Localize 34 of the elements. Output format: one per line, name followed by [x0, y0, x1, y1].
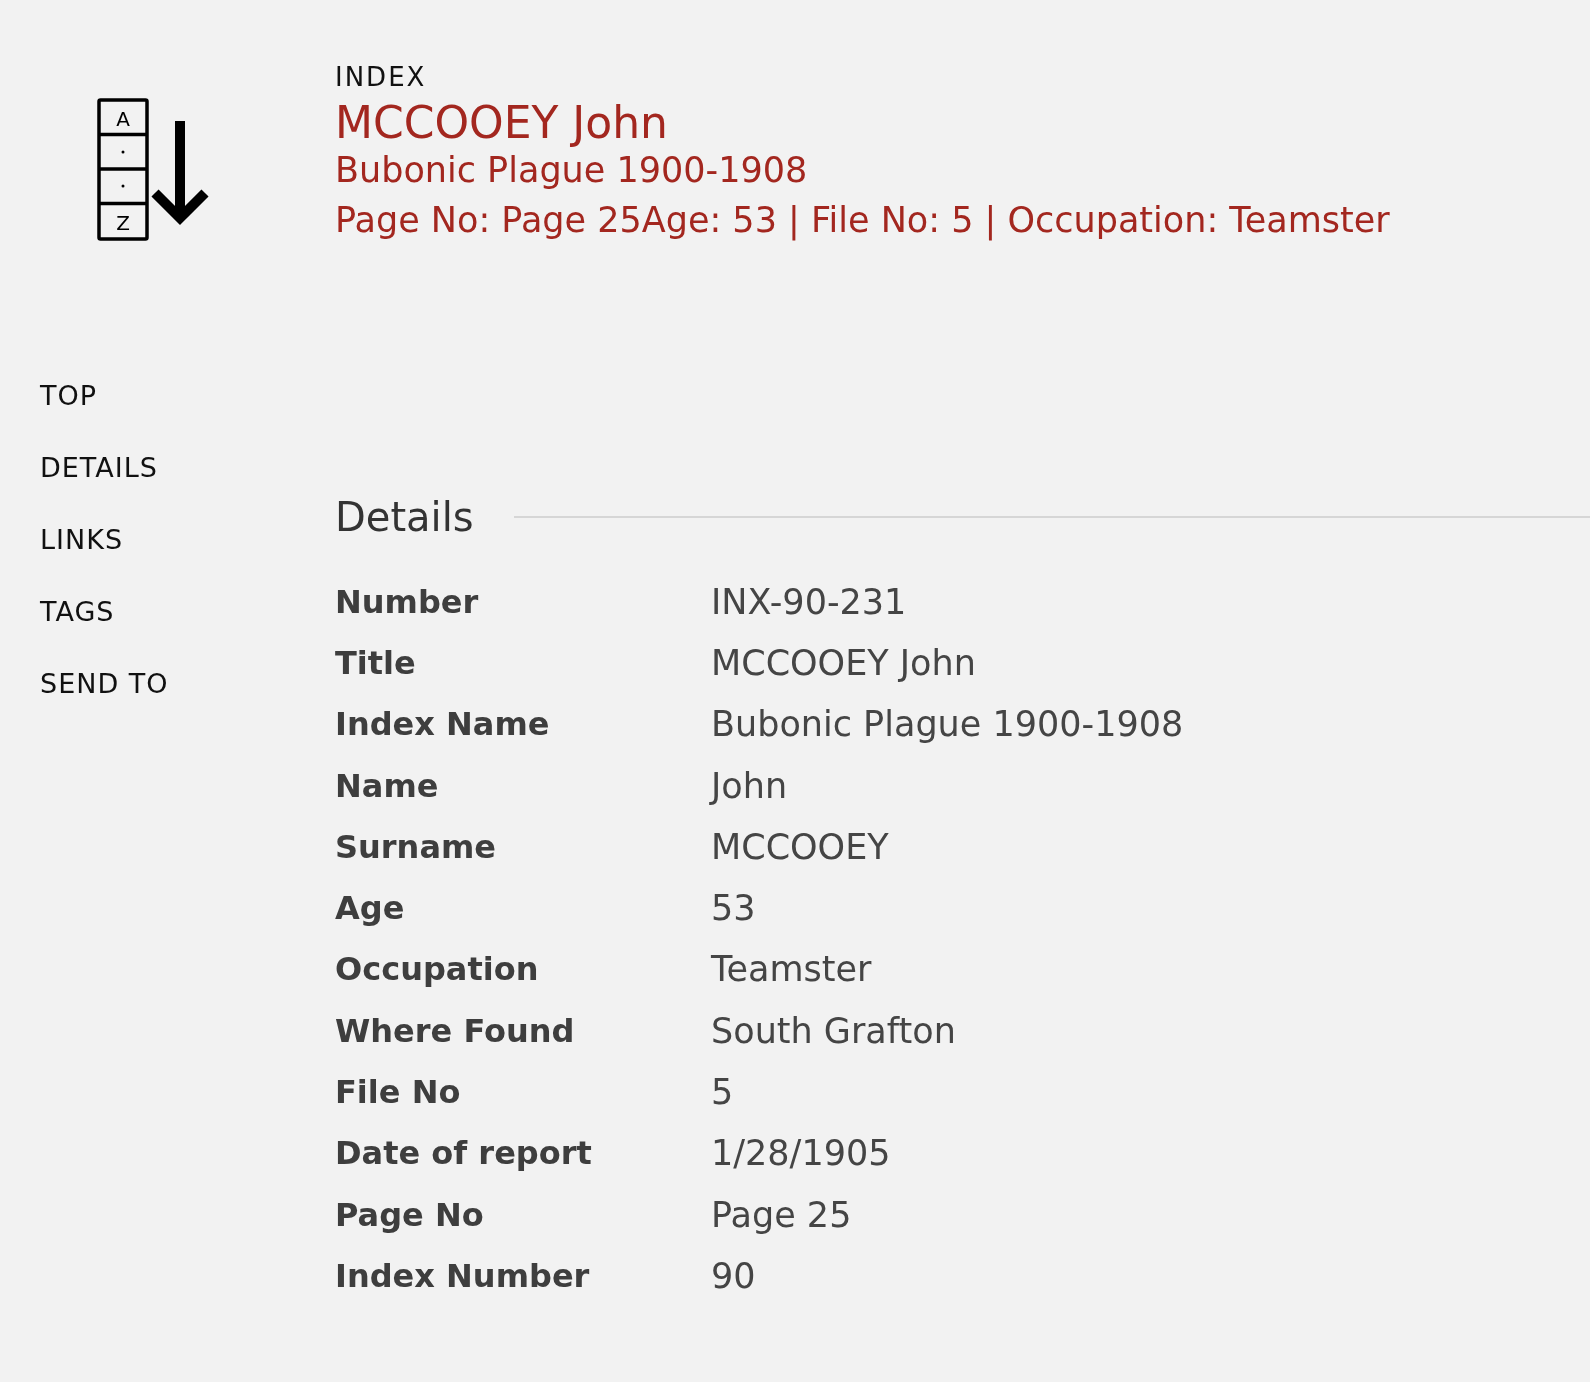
- field-label: Title: [335, 643, 416, 682]
- field-value: 1/28/1905: [711, 1133, 891, 1174]
- field-value: Page 25: [711, 1194, 852, 1235]
- field-value: 5: [711, 1072, 734, 1112]
- field-value: 53: [711, 888, 756, 929]
- field-value: Bubonic Plague 1900-1908: [711, 704, 1184, 745]
- record-summary: Page No: Page 25Age: 53 | File No: 5 | Occupation: Teamster: [335, 199, 1390, 243]
- field-label: Occupation: [335, 950, 539, 989]
- field-value: 90: [711, 1255, 756, 1296]
- record-title: MCCOOEY John: [335, 100, 668, 146]
- nav-link[interactable]: TOP: [40, 378, 98, 414]
- field-value: John: [711, 765, 788, 806]
- section-label: INDEX: [335, 62, 427, 92]
- nav-link[interactable]: TAGS: [40, 594, 115, 630]
- field-value: Teamster: [711, 949, 872, 990]
- field-label: Number: [335, 582, 479, 621]
- field-value: South Grafton: [711, 1010, 956, 1051]
- field-value: MCCOOEY: [711, 826, 889, 867]
- nav-link[interactable]: LINKS: [40, 522, 124, 558]
- section-heading: Details: [335, 493, 474, 542]
- field-label: Page No: [335, 1195, 484, 1234]
- field-label: Index Number: [335, 1256, 590, 1295]
- field-label: File No: [335, 1073, 461, 1111]
- field-value: INX-90-231: [711, 581, 907, 622]
- field-label: Name: [335, 766, 439, 805]
- index-name: Bubonic Plague 1900-1908: [335, 149, 808, 192]
- nav-link[interactable]: SEND TO: [40, 666, 169, 702]
- field-label: Index Name: [335, 705, 550, 744]
- field-label: Age: [335, 889, 405, 928]
- field-value: MCCOOEY John: [711, 642, 976, 683]
- nav-link[interactable]: DETAILS: [40, 450, 158, 486]
- field-label: Where Found: [335, 1011, 575, 1050]
- field-label: Surname: [335, 827, 497, 866]
- field-label: Date of report: [335, 1134, 592, 1173]
